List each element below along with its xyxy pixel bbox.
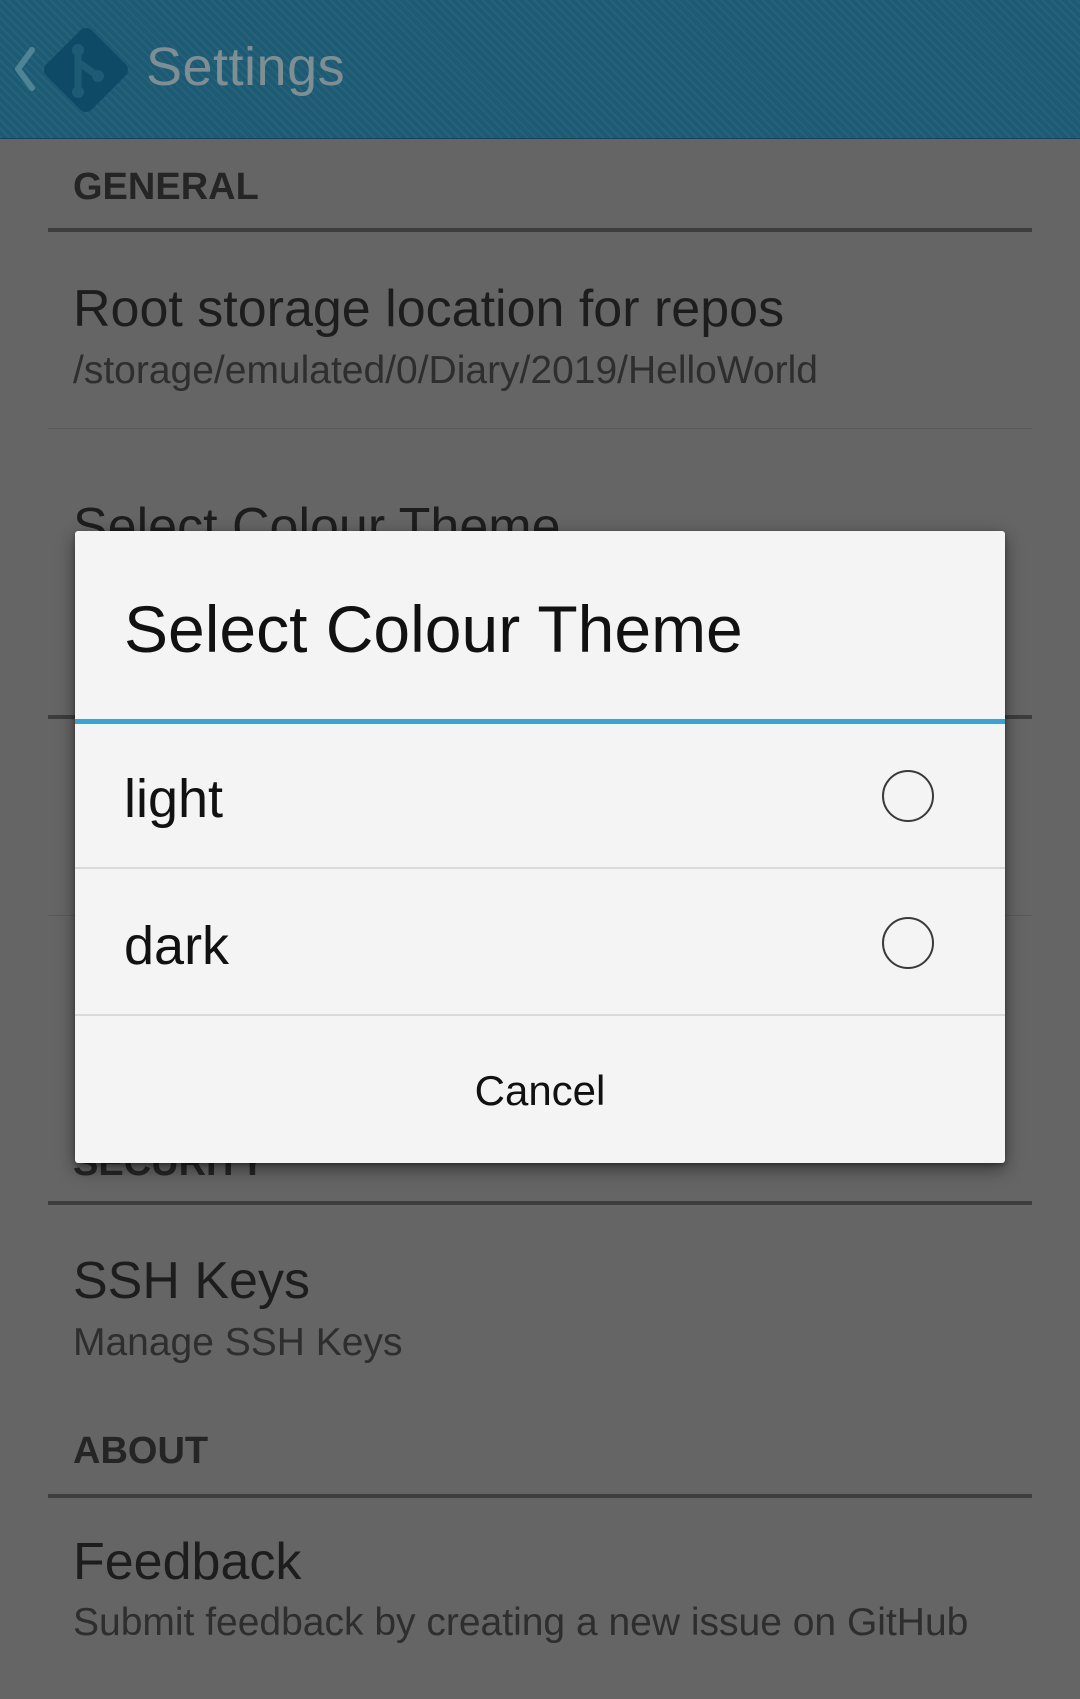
theme-option-label: light [124,769,224,829]
page-title: Settings [146,37,346,97]
pref-ssh-keys-summary: Manage SSH Keys [73,1321,403,1364]
pref-ssh-keys-title: SSH Keys [73,1252,310,1310]
category-divider [48,228,1032,232]
cancel-button[interactable]: Cancel [75,1018,1005,1163]
radio-button[interactable] [882,917,934,969]
pref-feedback-summary: Submit feedback by creating a new issue … [73,1601,969,1644]
category-divider [48,1494,1032,1498]
pref-feedback-title: Feedback [73,1533,302,1591]
item-divider [48,428,1032,429]
pref-root-storage-summary: /storage/emulated/0/Diary/2019/HelloWorl… [73,349,818,392]
git-logo-icon[interactable] [36,20,136,120]
theme-option-light[interactable]: light [75,724,1005,869]
category-divider [48,1201,1032,1205]
dialog-title: Select Colour Theme [124,592,743,666]
theme-option-label: dark [124,916,230,976]
theme-option-dark[interactable]: dark [75,871,1005,1016]
colour-theme-dialog: Select Colour Theme light dark Cancel [75,531,1005,1163]
pref-root-storage-title: Root storage location for repos [73,280,785,338]
category-general: GENERAL [73,166,259,208]
category-about: ABOUT [73,1430,209,1472]
action-bar: Settings [0,0,1080,139]
screen: Settings GENERAL Root storage location f… [0,0,1080,1699]
radio-button[interactable] [882,770,934,822]
chevron-left-icon[interactable] [12,46,38,92]
